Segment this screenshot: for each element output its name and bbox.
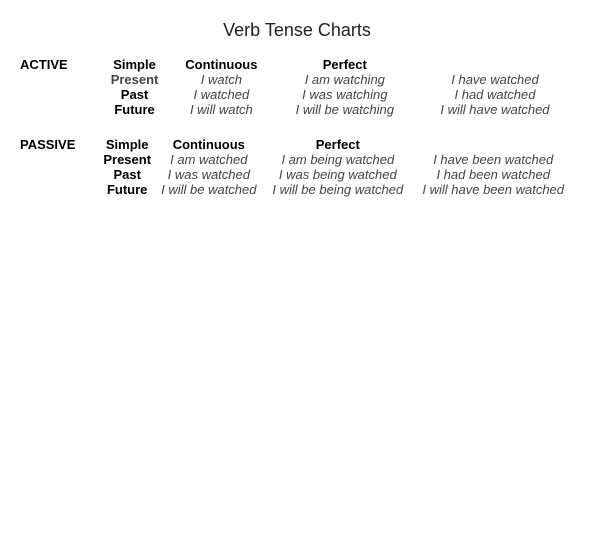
active-row-present: Present I watch I am watching I have wat… [100,72,574,87]
passive-header-continuous: Continuous [154,137,263,152]
passive-future-continuous: I will be being watched [263,182,412,197]
active-present-label: Present [100,72,169,87]
passive-past-perfect: I had been watched [412,167,574,182]
passive-past-label: Past [100,167,154,182]
passive-table: PASSIVE Simple Continuous Perfect Presen… [20,137,574,197]
passive-past-simple: I was watched [154,167,263,182]
passive-row-future: Future I will be watched I will be being… [100,182,574,197]
active-past-perfect: I had watched [416,87,574,102]
active-present-continuous: I am watching [274,72,416,87]
active-row-past: Past I watched I was watching I had watc… [100,87,574,102]
passive-future-label: Future [100,182,154,197]
passive-section-label: PASSIVE [20,137,100,197]
active-present-simple: I watch [169,72,274,87]
passive-future-simple: I will be watched [154,182,263,197]
active-past-simple: I watched [169,87,274,102]
passive-present-perfect: I have been watched [412,152,574,167]
passive-past-continuous: I was being watched [263,167,412,182]
page-title: Verb Tense Charts [20,20,574,41]
active-table: ACTIVE Simple Continuous Perfect Present… [20,57,574,117]
passive-present-label: Present [100,152,154,167]
active-header-simple: Simple [100,57,169,72]
active-past-continuous: I was watching [274,87,416,102]
active-future-label: Future [100,102,169,117]
passive-row-present: Present I am watched I am being watched … [100,152,574,167]
passive-header-row: PASSIVE Simple Continuous Perfect Presen… [20,137,574,197]
active-section-label: ACTIVE [20,57,100,117]
active-future-simple: I will watch [169,102,274,117]
active-future-continuous: I will be watching [274,102,416,117]
passive-header-simple: Simple [100,137,154,152]
active-row-future: Future I will watch I will be watching I… [100,102,574,117]
active-header-row: ACTIVE Simple Continuous Perfect Present… [20,57,574,117]
active-present-perfect: I have watched [416,72,574,87]
passive-present-simple: I am watched [154,152,263,167]
passive-present-continuous: I am being watched [263,152,412,167]
passive-future-perfect: I will have been watched [412,182,574,197]
passive-section: PASSIVE Simple Continuous Perfect Presen… [20,137,574,197]
active-section: ACTIVE Simple Continuous Perfect Present… [20,57,574,117]
active-past-label: Past [100,87,169,102]
passive-row-past: Past I was watched I was being watched I… [100,167,574,182]
passive-header-perfect: Perfect [263,137,412,152]
active-future-perfect: I will have watched [416,102,574,117]
active-header-continuous: Continuous [169,57,274,72]
active-header-perfect: Perfect [274,57,416,72]
